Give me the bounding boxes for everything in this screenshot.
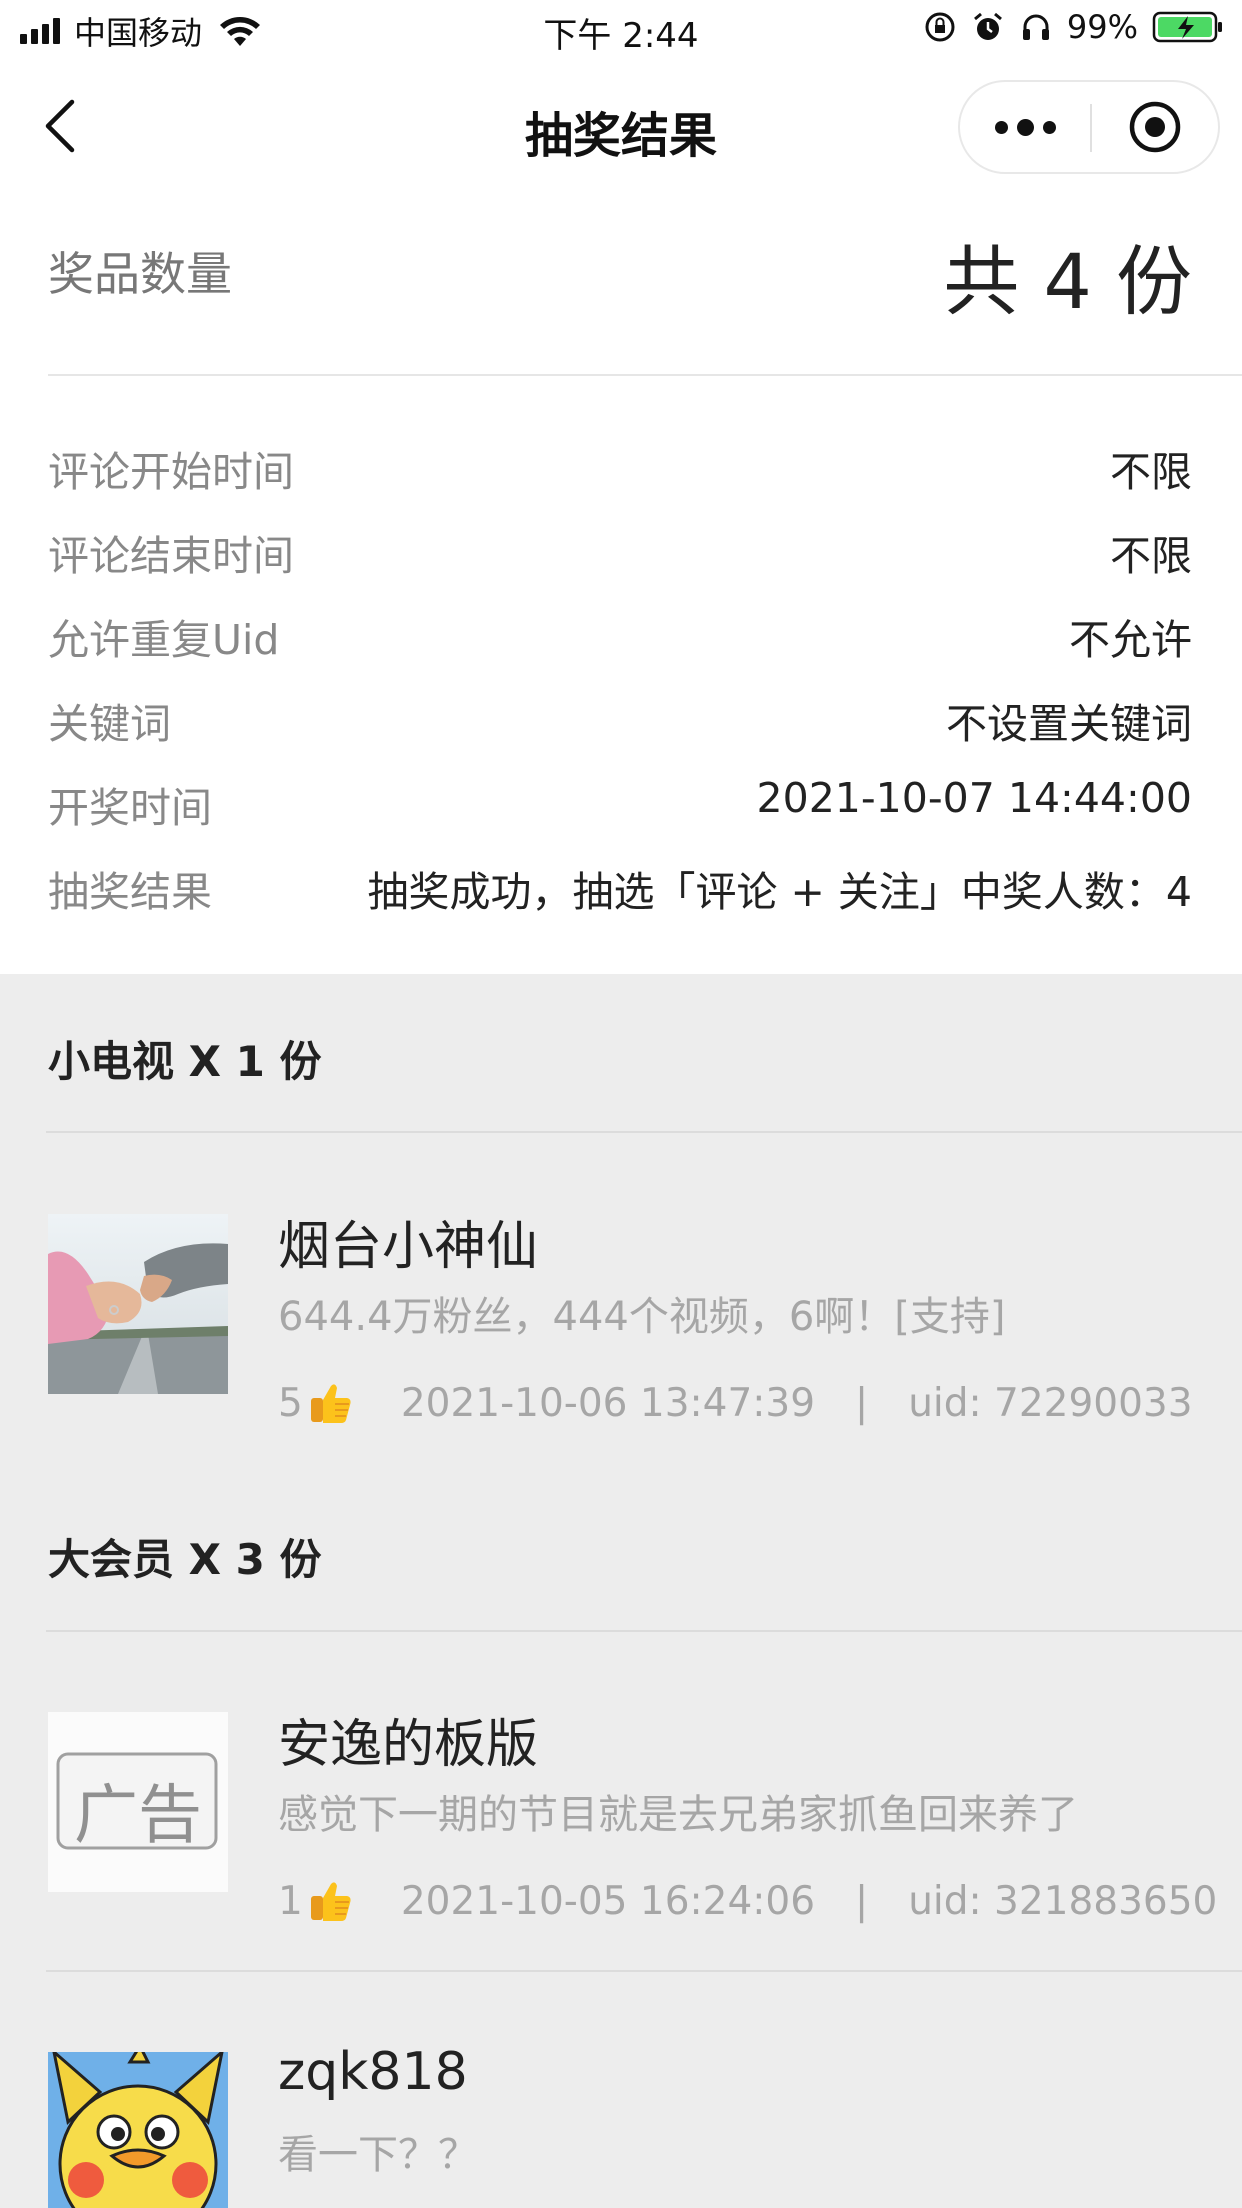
comment-time: 2021-10-05 16:24:06 <box>400 1878 816 1924</box>
lottery-info-panel: 奖品数量 共 4 份 评论开始时间 不限 评论结束时间 不限 允许重复Uid 不… <box>0 192 1242 974</box>
status-bar: 中国移动 下午 2:44 99% <box>0 0 1242 62</box>
info-row-comment-start: 评论开始时间 不限 <box>48 428 1192 512</box>
cartoon-duck-avatar <box>48 2052 228 2208</box>
winner-meta: 5 2021-10-06 13:47:39 | uid: 72290033 <box>278 1378 1193 1428</box>
dot-icon <box>1016 118 1034 136</box>
info-label: 开奖时间 <box>48 784 212 832</box>
winner-uid: uid: 321883650 <box>908 1878 1218 1924</box>
like-count-value: 1 <box>278 1878 303 1924</box>
meta-separator: | <box>855 1878 869 1924</box>
photo-hands-avatar <box>48 1214 228 1394</box>
info-value: 不限 <box>1110 448 1192 496</box>
target-close-icon <box>1129 101 1181 153</box>
divider <box>48 374 1242 376</box>
headphones-icon <box>1022 14 1049 40</box>
info-list: 评论开始时间 不限 评论结束时间 不限 允许重复Uid 不允许 关键词 不设置关… <box>48 428 1192 932</box>
prize-count-row: 奖品数量 共 4 份 <box>48 192 1192 374</box>
winner-item[interactable]: 烟台小神仙 644.4万粉丝，444个视频，6啊！[支持] 5 2021-10-… <box>48 1214 1242 1444</box>
prize-count-label: 奖品数量 <box>48 247 232 301</box>
info-value: 不设置关键词 <box>946 700 1192 748</box>
navigation-bar: 抽奖结果 <box>0 62 1242 192</box>
info-row-comment-end: 评论结束时间 不限 <box>48 512 1192 596</box>
winner-name: zqk818 <box>278 2042 468 2102</box>
thumbs-up-icon <box>310 1882 351 1921</box>
winner-comment: 644.4万粉丝，444个视频，6啊！[支持] <box>278 1294 1006 1340</box>
like-count-value: 5 <box>278 1380 303 1426</box>
info-label: 评论开始时间 <box>48 448 294 496</box>
prize-group-title: 大会员 X 3 份 <box>48 1535 322 1584</box>
prize-group-title: 小电视 X 1 份 <box>48 1037 322 1086</box>
like-count: 1 <box>278 1876 355 1926</box>
divider <box>46 1970 1242 1972</box>
winner-name: 烟台小神仙 <box>278 1217 539 1277</box>
info-value: 不允许 <box>1069 616 1192 664</box>
comment-time: 2021-10-06 13:47:39 <box>400 1380 816 1426</box>
battery-charging-icon <box>1152 11 1222 43</box>
prize-count-value: 共 4 份 <box>943 237 1192 326</box>
winner-uid: uid: 72290033 <box>908 1380 1193 1426</box>
winner-comment: 看一下？？ <box>278 2132 478 2178</box>
rotation-lock-icon <box>925 12 955 42</box>
like-count: 5 <box>278 1378 355 1428</box>
dot-icon <box>1042 120 1056 134</box>
miniprogram-capsule <box>958 80 1220 174</box>
thumbs-up-icon <box>310 1384 351 1423</box>
winner-item[interactable]: 广告 安逸的板版 感觉下一期的节目就是去兄弟家抓鱼回来养了 1 2021-10-… <box>48 1712 1242 1942</box>
winner-meta: 1 2021-10-05 16:24:06 | uid: 321883650 <box>278 1876 1217 1926</box>
info-row-duplicate-uid: 允许重复Uid 不允许 <box>48 596 1192 680</box>
info-label: 关键词 <box>48 700 171 748</box>
info-label: 允许重复Uid <box>48 616 280 664</box>
divider <box>46 1630 1242 1632</box>
more-menu-button[interactable] <box>960 82 1090 172</box>
battery-percent: 99% <box>1066 8 1138 46</box>
winner-comment: 感觉下一期的节目就是去兄弟家抓鱼回来养了 <box>278 1792 1078 1838</box>
ad-badge-text: 广告 <box>74 1779 202 1853</box>
winner-name: 安逸的板版 <box>278 1715 539 1775</box>
divider <box>46 1131 1242 1133</box>
meta-separator: | <box>855 1380 869 1426</box>
info-row-draw-time: 开奖时间 2021-10-07 14:44:00 <box>48 764 1192 848</box>
info-value: 抽奖成功，抽选「评论 + 关注」中奖人数：4 <box>367 868 1192 916</box>
info-label: 抽奖结果 <box>48 868 212 916</box>
info-label: 评论结束时间 <box>48 532 294 580</box>
dot-icon <box>994 120 1008 134</box>
info-value: 不限 <box>1110 532 1192 580</box>
ad-badge-avatar: 广告 <box>48 1712 228 1892</box>
close-miniprogram-button[interactable] <box>1092 82 1218 172</box>
alarm-icon <box>973 12 1002 40</box>
info-row-draw-result: 抽奖结果 抽奖成功，抽选「评论 + 关注」中奖人数：4 <box>48 848 1192 932</box>
winner-item[interactable]: zqk818 看一下？？ <box>48 2042 1242 2208</box>
info-row-keyword: 关键词 不设置关键词 <box>48 680 1192 764</box>
info-value: 2021-10-07 14:44:00 <box>756 774 1192 822</box>
